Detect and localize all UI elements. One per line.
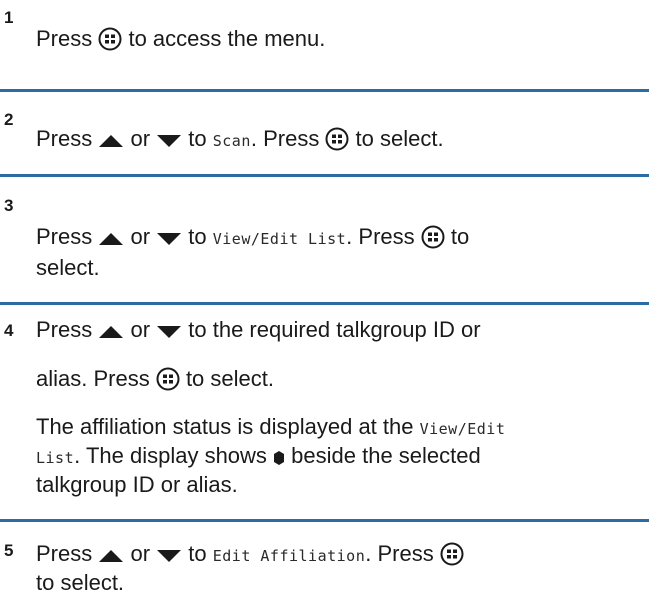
divider bbox=[0, 302, 649, 305]
step-number: 1 bbox=[4, 8, 14, 27]
up-arrow-icon bbox=[98, 227, 124, 253]
step-5-line-1: Press or to Edit Affiliation. Press bbox=[36, 541, 464, 572]
step-3-line-1: Press or to View/Edit List. Press to bbox=[36, 224, 469, 255]
step-number: 2 bbox=[4, 110, 14, 129]
step-2-line-1: Press or to Scan. Press to select. bbox=[36, 126, 444, 157]
screen-text-list: List bbox=[36, 449, 75, 467]
divider bbox=[0, 174, 649, 177]
step-number: 5 bbox=[4, 541, 14, 560]
step-1-line-1: Press to access the menu. bbox=[36, 26, 325, 57]
down-arrow-icon bbox=[156, 320, 182, 346]
up-arrow-icon bbox=[98, 320, 124, 346]
step-4-line-2: alias. Press to select. bbox=[36, 366, 274, 397]
screen-text-edit-affiliation: Edit Affiliation bbox=[212, 547, 366, 565]
divider bbox=[0, 519, 649, 522]
step-4-line-1: Press or to the required talkgroup ID or bbox=[36, 317, 481, 346]
divider bbox=[0, 89, 649, 92]
screen-text-scan: Scan bbox=[212, 132, 251, 150]
down-arrow-icon bbox=[156, 129, 182, 155]
menu-ok-button-icon bbox=[421, 225, 445, 255]
down-arrow-icon bbox=[156, 544, 182, 570]
step-3-line-2: select. bbox=[36, 255, 100, 280]
screen-text-view-edit: View/Edit bbox=[419, 420, 506, 438]
menu-ok-button-icon bbox=[325, 127, 349, 157]
step-number: 4 bbox=[4, 321, 14, 340]
step-4-line-3: The affiliation status is displayed at t… bbox=[36, 414, 506, 439]
menu-ok-button-icon bbox=[98, 27, 122, 57]
step-5-line-2: to select. bbox=[36, 570, 125, 595]
down-arrow-icon bbox=[156, 227, 182, 253]
step-4-line-4: List. The display shows beside the selec… bbox=[36, 443, 481, 472]
menu-ok-button-icon bbox=[156, 367, 180, 397]
step-4-line-5: talkgroup ID or alias. bbox=[36, 472, 238, 497]
menu-ok-button-icon bbox=[440, 542, 464, 572]
screen-text-view-edit-list: View/Edit List bbox=[212, 230, 347, 248]
selected-marker-icon bbox=[273, 446, 285, 472]
up-arrow-icon bbox=[98, 129, 124, 155]
up-arrow-icon bbox=[98, 544, 124, 570]
step-number: 3 bbox=[4, 196, 14, 215]
